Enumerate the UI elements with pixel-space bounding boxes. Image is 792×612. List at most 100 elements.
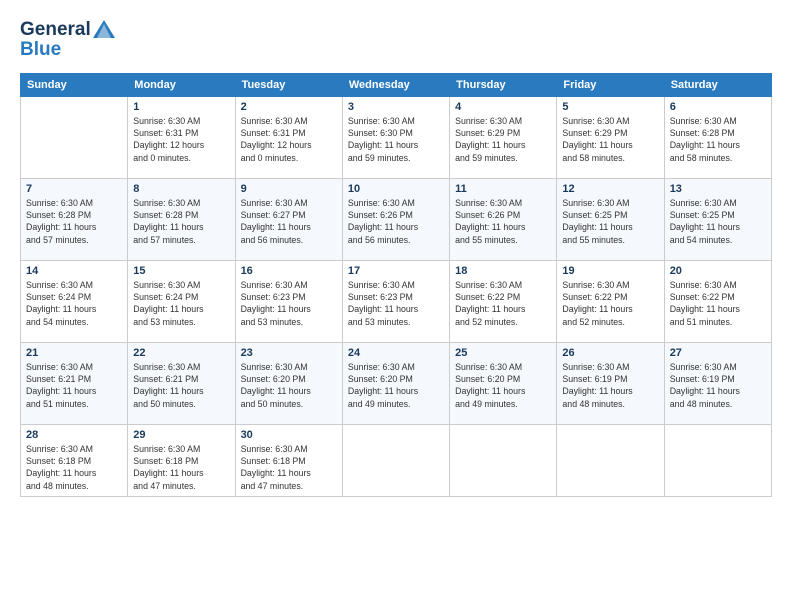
day-number: 27 bbox=[670, 347, 766, 359]
calendar-cell: 4Sunrise: 6:30 AM Sunset: 6:29 PM Daylig… bbox=[450, 96, 557, 178]
day-number: 17 bbox=[348, 265, 444, 277]
day-number: 6 bbox=[670, 101, 766, 113]
day-number: 15 bbox=[133, 265, 229, 277]
calendar-cell: 18 Sunrise: 6:30 AM Sunset: 6:22 PM Dayli… bbox=[450, 260, 557, 342]
day-info: Sunrise: 6:30 AM Sunset: 6:19 PM Dayligh… bbox=[670, 361, 766, 410]
weekday-header-tuesday: Tuesday bbox=[235, 73, 342, 96]
calendar-cell: 19 Sunrise: 6:30 AM Sunset: 6:22 PM Dayli… bbox=[557, 260, 664, 342]
day-number: 20 bbox=[670, 265, 766, 277]
day-number: 12 bbox=[562, 183, 658, 195]
calendar-cell: 12 Sunrise: 6:30 AM Sunset: 6:25 PM Dayli… bbox=[557, 178, 664, 260]
calendar-cell: 27 Sunrise: 6:30 AM Sunset: 6:19 PM Dayli… bbox=[664, 342, 771, 424]
weekday-header-row: SundayMondayTuesdayWednesdayThursdayFrid… bbox=[21, 73, 772, 96]
calendar-cell: 24 Sunrise: 6:30 AM Sunset: 6:20 PM Dayli… bbox=[342, 342, 449, 424]
calendar-cell: 9 Sunrise: 6:30 AM Sunset: 6:27 PM Daylig… bbox=[235, 178, 342, 260]
day-info: Sunrise: 6:30 AM Sunset: 6:22 PM Dayligh… bbox=[670, 279, 766, 328]
calendar-cell bbox=[21, 96, 128, 178]
calendar-cell: 10 Sunrise: 6:30 AM Sunset: 6:26 PM Dayli… bbox=[342, 178, 449, 260]
calendar-cell: 14Sunrise: 6:30 AM Sunset: 6:24 PM Dayli… bbox=[21, 260, 128, 342]
day-info: Sunrise: 6:30 AM Sunset: 6:26 PM Dayligh… bbox=[348, 197, 444, 246]
calendar-cell: 11 Sunrise: 6:30 AM Sunset: 6:26 PM Dayli… bbox=[450, 178, 557, 260]
day-number: 7 bbox=[26, 183, 122, 195]
calendar-cell: 25 Sunrise: 6:30 AM Sunset: 6:20 PM Dayli… bbox=[450, 342, 557, 424]
calendar-cell: 15 Sunrise: 6:30 AM Sunset: 6:24 PM Dayli… bbox=[128, 260, 235, 342]
calendar-cell bbox=[664, 424, 771, 496]
day-number: 24 bbox=[348, 347, 444, 359]
logo-blue-text: Blue bbox=[20, 40, 116, 61]
day-number: 3 bbox=[348, 101, 444, 113]
calendar-cell: 17 Sunrise: 6:30 AM Sunset: 6:23 PM Dayli… bbox=[342, 260, 449, 342]
day-info: Sunrise: 6:30 AM Sunset: 6:31 PM Dayligh… bbox=[241, 115, 337, 164]
day-info: Sunrise: 6:30 AM Sunset: 6:27 PM Dayligh… bbox=[241, 197, 337, 246]
day-info: Sunrise: 6:30 AM Sunset: 6:26 PM Dayligh… bbox=[455, 197, 551, 246]
day-info: Sunrise: 6:30 AM Sunset: 6:23 PM Dayligh… bbox=[241, 279, 337, 328]
day-number: 30 bbox=[241, 429, 337, 441]
week-row-5: 28Sunrise: 6:30 AM Sunset: 6:18 PM Dayli… bbox=[21, 424, 772, 496]
day-number: 19 bbox=[562, 265, 658, 277]
day-info: Sunrise: 6:30 AM Sunset: 6:30 PM Dayligh… bbox=[348, 115, 444, 164]
day-info: Sunrise: 6:30 AM Sunset: 6:24 PM Dayligh… bbox=[26, 279, 122, 328]
day-number: 25 bbox=[455, 347, 551, 359]
day-info: Sunrise: 6:30 AM Sunset: 6:20 PM Dayligh… bbox=[455, 361, 551, 410]
weekday-header-sunday: Sunday bbox=[21, 73, 128, 96]
logo-icon bbox=[92, 19, 116, 39]
calendar-cell: 16 Sunrise: 6:30 AM Sunset: 6:23 PM Dayli… bbox=[235, 260, 342, 342]
weekday-header-saturday: Saturday bbox=[664, 73, 771, 96]
week-row-3: 14Sunrise: 6:30 AM Sunset: 6:24 PM Dayli… bbox=[21, 260, 772, 342]
page: General Blue SundayMondayTuesdayWednesda… bbox=[0, 0, 792, 612]
day-number: 23 bbox=[241, 347, 337, 359]
calendar-cell: 20 Sunrise: 6:30 AM Sunset: 6:22 PM Dayli… bbox=[664, 260, 771, 342]
day-number: 22 bbox=[133, 347, 229, 359]
week-row-1: 1Sunrise: 6:30 AM Sunset: 6:31 PM Daylig… bbox=[21, 96, 772, 178]
day-number: 9 bbox=[241, 183, 337, 195]
day-info: Sunrise: 6:30 AM Sunset: 6:31 PM Dayligh… bbox=[133, 115, 229, 164]
day-number: 26 bbox=[562, 347, 658, 359]
day-info: Sunrise: 6:30 AM Sunset: 6:20 PM Dayligh… bbox=[241, 361, 337, 410]
day-number: 16 bbox=[241, 265, 337, 277]
day-info: Sunrise: 6:30 AM Sunset: 6:18 PM Dayligh… bbox=[26, 443, 122, 492]
calendar-cell: 1Sunrise: 6:30 AM Sunset: 6:31 PM Daylig… bbox=[128, 96, 235, 178]
day-number: 5 bbox=[562, 101, 658, 113]
logo: General Blue bbox=[20, 20, 116, 61]
day-info: Sunrise: 6:30 AM Sunset: 6:23 PM Dayligh… bbox=[348, 279, 444, 328]
calendar-cell bbox=[342, 424, 449, 496]
day-number: 29 bbox=[133, 429, 229, 441]
calendar-cell: 7Sunrise: 6:30 AM Sunset: 6:28 PM Daylig… bbox=[21, 178, 128, 260]
calendar-cell: 30 Sunrise: 6:30 AM Sunset: 6:18 PM Dayli… bbox=[235, 424, 342, 496]
weekday-header-monday: Monday bbox=[128, 73, 235, 96]
day-number: 18 bbox=[455, 265, 551, 277]
day-info: Sunrise: 6:30 AM Sunset: 6:22 PM Dayligh… bbox=[562, 279, 658, 328]
calendar-cell: 23 Sunrise: 6:30 AM Sunset: 6:20 PM Dayli… bbox=[235, 342, 342, 424]
day-info: Sunrise: 6:30 AM Sunset: 6:28 PM Dayligh… bbox=[670, 115, 766, 164]
calendar-cell bbox=[450, 424, 557, 496]
day-number: 10 bbox=[348, 183, 444, 195]
calendar-cell bbox=[557, 424, 664, 496]
day-info: Sunrise: 6:30 AM Sunset: 6:25 PM Dayligh… bbox=[562, 197, 658, 246]
day-number: 21 bbox=[26, 347, 122, 359]
day-info: Sunrise: 6:30 AM Sunset: 6:22 PM Dayligh… bbox=[455, 279, 551, 328]
calendar-cell: 22Sunrise: 6:30 AM Sunset: 6:21 PM Dayli… bbox=[128, 342, 235, 424]
day-info: Sunrise: 6:30 AM Sunset: 6:21 PM Dayligh… bbox=[26, 361, 122, 410]
day-number: 2 bbox=[241, 101, 337, 113]
day-number: 13 bbox=[670, 183, 766, 195]
day-info: Sunrise: 6:30 AM Sunset: 6:29 PM Dayligh… bbox=[562, 115, 658, 164]
weekday-header-thursday: Thursday bbox=[450, 73, 557, 96]
logo-general: General bbox=[20, 20, 91, 41]
calendar-cell: 5 Sunrise: 6:30 AM Sunset: 6:29 PM Daylig… bbox=[557, 96, 664, 178]
day-info: Sunrise: 6:30 AM Sunset: 6:25 PM Dayligh… bbox=[670, 197, 766, 246]
calendar-cell: 8Sunrise: 6:30 AM Sunset: 6:28 PM Daylig… bbox=[128, 178, 235, 260]
day-number: 4 bbox=[455, 101, 551, 113]
weekday-header-friday: Friday bbox=[557, 73, 664, 96]
day-info: Sunrise: 6:30 AM Sunset: 6:20 PM Dayligh… bbox=[348, 361, 444, 410]
day-info: Sunrise: 6:30 AM Sunset: 6:18 PM Dayligh… bbox=[241, 443, 337, 492]
day-number: 11 bbox=[455, 183, 551, 195]
day-info: Sunrise: 6:30 AM Sunset: 6:28 PM Dayligh… bbox=[133, 197, 229, 246]
week-row-4: 21 Sunrise: 6:30 AM Sunset: 6:21 PM Dayli… bbox=[21, 342, 772, 424]
calendar-cell: 3 Sunrise: 6:30 AM Sunset: 6:30 PM Daylig… bbox=[342, 96, 449, 178]
calendar-cell: 26 Sunrise: 6:30 AM Sunset: 6:19 PM Dayli… bbox=[557, 342, 664, 424]
day-info: Sunrise: 6:30 AM Sunset: 6:19 PM Dayligh… bbox=[562, 361, 658, 410]
weekday-header-wednesday: Wednesday bbox=[342, 73, 449, 96]
calendar-cell: 13 Sunrise: 6:30 AM Sunset: 6:25 PM Dayli… bbox=[664, 178, 771, 260]
calendar-table: SundayMondayTuesdayWednesdayThursdayFrid… bbox=[20, 73, 772, 497]
day-info: Sunrise: 6:30 AM Sunset: 6:24 PM Dayligh… bbox=[133, 279, 229, 328]
